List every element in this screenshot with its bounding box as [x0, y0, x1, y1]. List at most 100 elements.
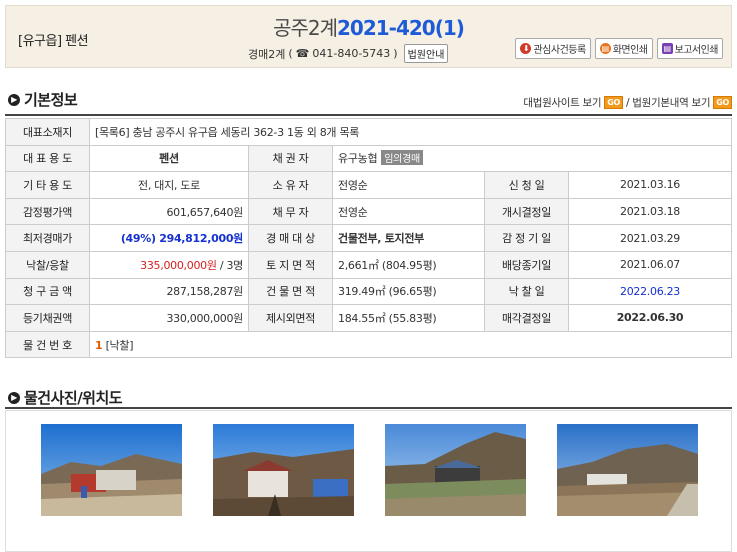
property-photo-1[interactable] [41, 424, 182, 516]
header-actions: ⬇ 관심사건등록 ▤ 화면인쇄 ▤ 보고서인쇄 [515, 38, 723, 59]
land-area-label: 토 지 면 적 [248, 250, 333, 279]
divider [5, 114, 732, 116]
go-button-1[interactable]: GO [604, 96, 624, 109]
rep-addr-prefix: [목록6] [95, 125, 130, 139]
creditor-value: 유구농협 임의경매 [332, 144, 732, 173]
target-label: 경 매 대 상 [248, 224, 333, 252]
bidder-count: / 3명 [219, 258, 243, 272]
debtor-label: 채 무 자 [248, 197, 333, 226]
permit-date-value: 2022.06.30 [568, 304, 732, 332]
bookmark-case-button[interactable]: ⬇ 관심사건등록 [515, 38, 591, 59]
item-no-label: 물 건 번 호 [5, 330, 90, 359]
dept-info: 경매2계(☎ 041-840-5743) 법원안내 [248, 44, 449, 63]
dividend-date-value: 2021.06.07 [568, 250, 732, 279]
print-screen-button[interactable]: ▤ 화면인쇄 [594, 38, 653, 59]
court-basic-link[interactable]: 법원기본내역 보기 [632, 95, 710, 110]
start-date-label: 개시결정일 [484, 197, 569, 226]
sold-value: 335,000,000원 / 3명 [89, 250, 249, 279]
property-photo-3[interactable] [385, 424, 526, 516]
apply-date-label: 신 청 일 [484, 171, 569, 199]
download-icon: ⬇ [520, 43, 532, 54]
sale-date-value[interactable]: 2022.06.23 [568, 277, 732, 306]
debtor-value: 전영순 [332, 197, 485, 226]
item-no-value: 1 [낙찰] [89, 330, 732, 359]
sold-price: 335,000,000원 [140, 258, 217, 272]
excl-area-label: 제시외면적 [248, 304, 333, 332]
item-number[interactable]: 1 [95, 339, 103, 352]
min-price: 294,812,000원 [159, 232, 243, 246]
apply-date-value: 2021.03.16 [568, 171, 732, 199]
print-report-button[interactable]: ▤ 보고서인쇄 [656, 38, 723, 59]
use-label: 대 표 용 도 [5, 144, 90, 173]
rep-addr-value: [목록6] 충남 공주시 유구읍 세동리 362-3 1동 외 8개 목록 [89, 118, 732, 146]
table-row: 최저경매가 (49%) 294,812,000원 경 매 대 상 건물전부, 토… [5, 224, 732, 252]
table-row: 대표소재지 [목록6] 충남 공주시 유구읍 세동리 362-3 1동 외 8개… [5, 118, 732, 146]
appraisal-label: 감정평가액 [5, 197, 90, 226]
court-name: 공주2계 [273, 16, 338, 40]
case-title: 공주2계2021-420(1) [6, 12, 731, 41]
item-status: [낙찰] [105, 338, 134, 352]
property-photo-4[interactable] [557, 424, 698, 516]
target-value: 건물전부, 토지전부 [332, 224, 485, 252]
basic-info-table: 대표소재지 [목록6] 충남 공주시 유구읍 세동리 362-3 1동 외 8개… [5, 118, 732, 359]
claim-label: 청 구 금 액 [5, 277, 90, 306]
dept-phone: 041-840-5743 [312, 47, 391, 60]
rep-addr-label: 대표소재지 [5, 118, 90, 146]
use-value: 펜션 [89, 144, 249, 173]
table-row: 기 타 용 도 전, 대지, 도로 소 유 자 전영순 신 청 일 2021.0… [5, 171, 732, 199]
min-price-pct: (49%) [120, 232, 156, 246]
dividend-date-label: 배당종기일 [484, 250, 569, 279]
basic-info-title: ▶ 기본정보 [8, 89, 78, 110]
photos-title: ▶ 물건사진/위치도 [8, 387, 123, 408]
table-row: 대 표 용 도 펜션 채 권 자 유구농협 임의경매 [5, 144, 732, 173]
print-screen-label: 화면인쇄 [612, 45, 648, 56]
phone-icon: ☎ [295, 47, 310, 60]
start-date-value: 2021.03.18 [568, 197, 732, 226]
min-price-value: (49%) 294,812,000원 [89, 224, 249, 252]
go-button-2[interactable]: GO [713, 96, 732, 109]
other-use-label: 기 타 용 도 [5, 171, 90, 199]
case-header: [유구읍] 펜션 공주2계2021-420(1) 경매2계(☎ 041-840-5… [5, 5, 732, 68]
owner-value: 전영순 [332, 171, 485, 199]
property-photo-2[interactable] [213, 424, 354, 516]
table-row: 등기채권액 330,000,000원 제시외면적 184.55㎡ (55.83평… [5, 304, 732, 332]
basic-info-heading: 기본정보 [24, 91, 78, 109]
court-info-button[interactable]: 법원안내 [403, 44, 449, 63]
excl-area-value: 184.55㎡ (55.83평) [332, 304, 485, 332]
claim-value: 287,158,287원 [89, 277, 249, 306]
appraisal-value: 601,657,640원 [89, 197, 249, 226]
bookmark-case-label: 관심사건등록 [533, 45, 586, 56]
print-icon: ▤ [599, 43, 611, 54]
external-links: 대법원사이트 보기 GO / 법원기본내역 보기 GO [523, 95, 732, 110]
other-use-value: 전, 대지, 도로 [89, 171, 249, 199]
link-separator: / [626, 96, 630, 109]
photos-heading: 물건사진/위치도 [24, 389, 123, 407]
case-number: 2021-420(1) [337, 16, 465, 40]
print-report-label: 보고서인쇄 [674, 45, 719, 56]
reg-claim-value: 330,000,000원 [89, 304, 249, 332]
bldg-area-value: 319.49㎡ (96.65평) [332, 277, 485, 306]
creditor: 유구농협 [338, 152, 378, 166]
table-row: 청 구 금 액 287,158,287원 건 물 면 적 319.49㎡ (96… [5, 277, 732, 306]
auction-type-badge: 임의경매 [381, 150, 423, 166]
sale-date-label: 낙 찰 일 [484, 277, 569, 306]
photo-gallery [5, 410, 732, 552]
supreme-court-link[interactable]: 대법원사이트 보기 [523, 95, 601, 110]
land-area-value: 2,661㎡ (804.95평) [332, 250, 485, 279]
table-row: 감정평가액 601,657,640원 채 무 자 전영순 개시결정일 2021.… [5, 197, 732, 226]
appraise-date-value: 2021.03.29 [568, 224, 732, 252]
min-price-label: 최저경매가 [5, 224, 90, 252]
owner-label: 소 유 자 [248, 171, 333, 199]
table-row: 낙찰/응찰 335,000,000원 / 3명 토 지 면 적 2,661㎡ (… [5, 250, 732, 279]
sold-label: 낙찰/응찰 [5, 250, 90, 279]
appraise-date-label: 감 정 기 일 [484, 224, 569, 252]
bldg-area-label: 건 물 면 적 [248, 277, 333, 306]
reg-claim-label: 등기채권액 [5, 304, 90, 332]
dept-name: 경매2계 [248, 47, 286, 61]
permit-date-label: 매각결정일 [484, 304, 569, 332]
rep-addr: 충남 공주시 유구읍 세동리 362-3 1동 외 8개 목록 [132, 125, 360, 139]
creditor-label: 채 권 자 [248, 144, 333, 173]
divider [5, 407, 732, 409]
table-row: 물 건 번 호 1 [낙찰] [5, 330, 732, 359]
arrow-right-icon: ▶ [8, 93, 20, 106]
